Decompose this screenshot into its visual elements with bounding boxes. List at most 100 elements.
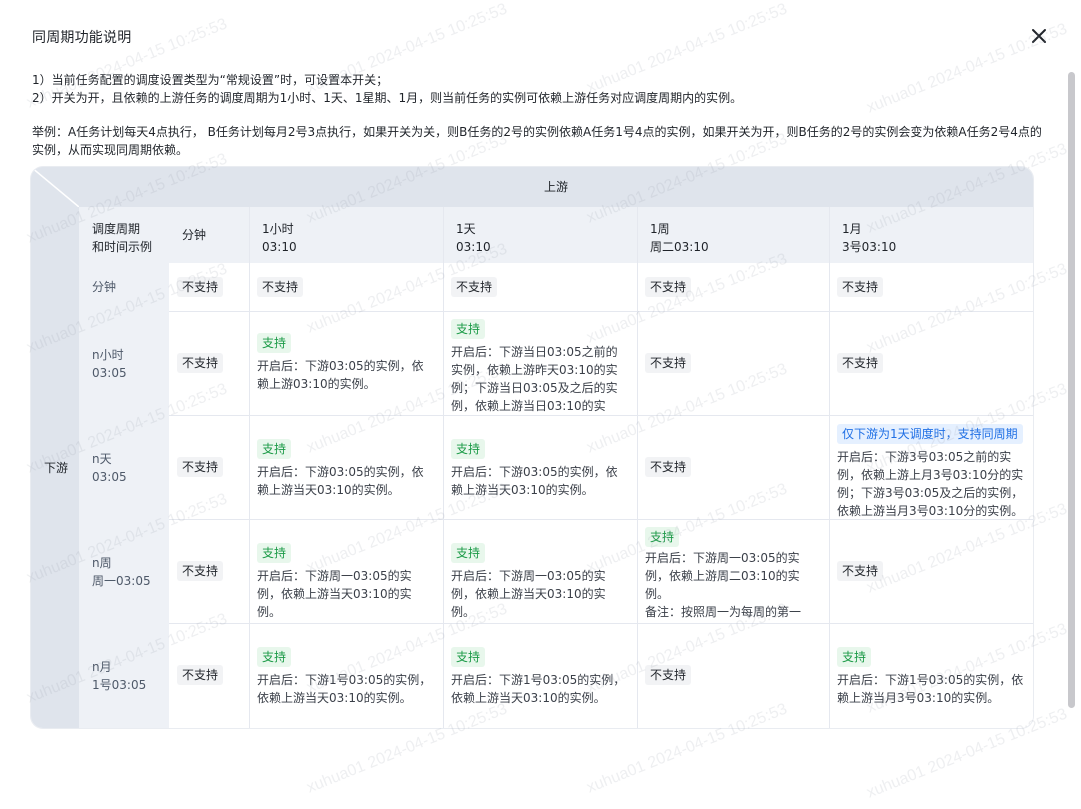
cell-r4c2: 支持 开启后：下游1号03:05的实例，依赖上游当天03:10的实例。 [443, 623, 637, 728]
row-header-sub: 周一03:05 [92, 574, 151, 588]
grid-line [829, 207, 830, 728]
col-header-label: 分钟 [182, 228, 207, 242]
cell-r3c4: 不支持 [829, 519, 1033, 623]
close-icon[interactable] [1027, 25, 1051, 47]
corner-diagonal [31, 167, 79, 207]
description-example: 举例：A任务计划每天4点执行， B任务计划每月2号3点执行，如果开关为关，则B任… [32, 125, 1042, 157]
scrollbar[interactable] [1068, 72, 1075, 708]
dialog-title: 同周期功能说明 [32, 30, 132, 46]
cell-r4c0: 不支持 [169, 623, 249, 728]
status-badge: 不支持 [177, 457, 224, 477]
col-header-label: 1月 [842, 222, 862, 236]
cycle-table: 上游 下游 调度周期 和时间示例 分钟 1小时 03:10 1天 03:10 1… [31, 167, 1033, 728]
cell-r0c2: 不支持 [443, 263, 637, 311]
downstream-label: 下游 [44, 461, 69, 475]
col-header-month: 1月 3号03:10 [829, 207, 1033, 263]
cell-text: 开启后：下游1号03:05的实例，依赖上游当月3号03:10的实例。 [837, 673, 1024, 705]
row-header-minute: 分钟 [79, 263, 169, 311]
cell-text: 开启后：下游周一03:05的实例，依赖上游当天03:10的实例。 [257, 569, 412, 619]
status-badge: 支持 [451, 647, 486, 667]
col-header-sub: 周二03:10 [650, 240, 709, 254]
cell-text: 开启后：下游03:05的实例，依赖上游03:10的实例。 [257, 359, 424, 391]
grid-line [169, 311, 1033, 312]
col-header-label: 1小时 [262, 222, 294, 236]
grid-line [169, 415, 1033, 416]
cell-r1c1: 支持 开启后：下游03:05的实例，依赖上游03:10的实例。 [249, 311, 443, 415]
status-badge: 不支持 [645, 665, 692, 685]
grid-line [443, 207, 444, 728]
status-badge: 不支持 [177, 561, 224, 581]
row-header-sub: 1号03:05 [92, 678, 147, 692]
cell-r2c4: 仅下游为1天调度时，支持同周期 开启后：下游3号03:05之前的实例，依赖上游上… [829, 415, 1033, 519]
cell-r3c3: 支持 开启后：下游周一03:05的实例，依赖上游周二03:10的实例。 备注：按… [637, 519, 829, 637]
status-badge: 不支持 [645, 457, 692, 477]
status-badge: 不支持 [837, 277, 884, 297]
status-badge: 支持 [451, 543, 486, 563]
row-header-label: n小时 [92, 348, 124, 362]
cell-r3c2: 支持 开启后：下游周一03:05的实例，依赖上游当天03:10的实例。 [443, 519, 637, 623]
special-badge: 仅下游为1天调度时，支持同周期 [837, 424, 1023, 444]
cell-r3c1: 支持 开启后：下游周一03:05的实例，依赖上游当天03:10的实例。 [249, 519, 443, 623]
row-header-week: n周 周一03:05 [79, 519, 169, 623]
cell-r2c0: 不支持 [169, 415, 249, 519]
col-header-week: 1周 周二03:10 [637, 207, 829, 263]
cell-r2c2: 支持 开启后：下游03:05的实例，依赖上游当天03:10的实例。 [443, 415, 637, 519]
row-header-day: n天 03:05 [79, 415, 169, 519]
status-badge: 不支持 [837, 561, 884, 581]
status-badge: 支持 [257, 647, 292, 667]
upstream-header: 上游 [31, 167, 1033, 207]
status-badge: 支持 [451, 319, 486, 339]
status-badge: 不支持 [451, 277, 498, 297]
status-badge: 不支持 [645, 277, 692, 297]
corner-header: 调度周期 和时间示例 [79, 207, 169, 263]
col-header-minute: 分钟 [169, 207, 249, 263]
cell-text: 开启后：下游周一03:05的实例，依赖上游当天03:10的实例。 [451, 569, 606, 619]
cell-text: 开启后：下游1号03:05的实例，依赖上游当天03:10的实例。 [257, 673, 432, 705]
row-header-label: n天 [92, 452, 112, 466]
status-badge: 支持 [837, 647, 872, 667]
cell-r3c0: 不支持 [169, 519, 249, 623]
status-badge: 支持 [645, 527, 680, 547]
row-header-hour: n小时 03:05 [79, 311, 169, 415]
cell-text: 开启后：下游3号03:05之前的实例，依赖上游上月3号03:10分的实例；下游3… [837, 450, 1024, 518]
cell-r1c3: 不支持 [637, 311, 829, 415]
grid-line [637, 207, 638, 728]
col-header-sub: 3号03:10 [842, 240, 897, 254]
grid-line [249, 207, 250, 728]
status-badge: 不支持 [177, 277, 224, 297]
grid-line [169, 623, 1033, 624]
corner-label-2: 和时间示例 [92, 240, 153, 254]
row-header-sub: 03:05 [92, 470, 127, 484]
description-line-1: 1）当前任务配置的调度设置类型为“常规设置”时，可设置本开关； [32, 73, 389, 87]
row-header-label: 分钟 [92, 280, 117, 294]
cell-r1c0: 不支持 [169, 311, 249, 415]
cell-r2c1: 支持 开启后：下游03:05的实例，依赖上游当天03:10的实例。 [249, 415, 443, 519]
status-badge: 不支持 [645, 353, 692, 373]
cell-text: 开启后：下游1号03:05的实例，依赖上游当天03:10的实例。 [451, 673, 626, 705]
col-header-label: 1周 [650, 222, 670, 236]
status-badge: 不支持 [837, 353, 884, 373]
cell-text: 开启后：下游03:05的实例，依赖上游当天03:10的实例。 [451, 465, 618, 497]
status-badge: 支持 [257, 333, 292, 353]
description-line-2: 2）开关为开，且依赖的上游任务的调度周期为1小时、1天、1星期、1月，则当前任务… [32, 91, 743, 105]
col-header-sub: 03:10 [262, 240, 297, 254]
status-badge: 支持 [257, 439, 292, 459]
status-badge: 不支持 [177, 665, 224, 685]
upstream-label: 上游 [543, 180, 568, 194]
downstream-column: 下游 [31, 167, 79, 728]
col-header-hour: 1小时 03:10 [249, 207, 443, 263]
cell-r2c3: 不支持 [637, 415, 829, 519]
cell-r0c4: 不支持 [829, 263, 1033, 311]
status-badge: 不支持 [257, 277, 304, 297]
grid-line [169, 519, 1033, 520]
cell-r1c2: 支持 开启后：下游当日03:05之前的实例，依赖上游昨天03:10的实例；下游当… [443, 311, 637, 431]
col-header-label: 1天 [456, 222, 476, 236]
cell-r4c3: 不支持 [637, 623, 829, 728]
cell-text: 开启后：下游周一03:05的实例，依赖上游周二03:10的实例。 [645, 551, 800, 601]
cell-r0c0: 不支持 [169, 263, 249, 311]
cell-r0c3: 不支持 [637, 263, 829, 311]
cell-r4c1: 支持 开启后：下游1号03:05的实例，依赖上游当天03:10的实例。 [249, 623, 443, 728]
col-header-day: 1天 03:10 [443, 207, 637, 263]
cell-r4c4: 支持 开启后：下游1号03:05的实例，依赖上游当月3号03:10的实例。 [829, 623, 1033, 728]
status-badge: 支持 [451, 439, 486, 459]
